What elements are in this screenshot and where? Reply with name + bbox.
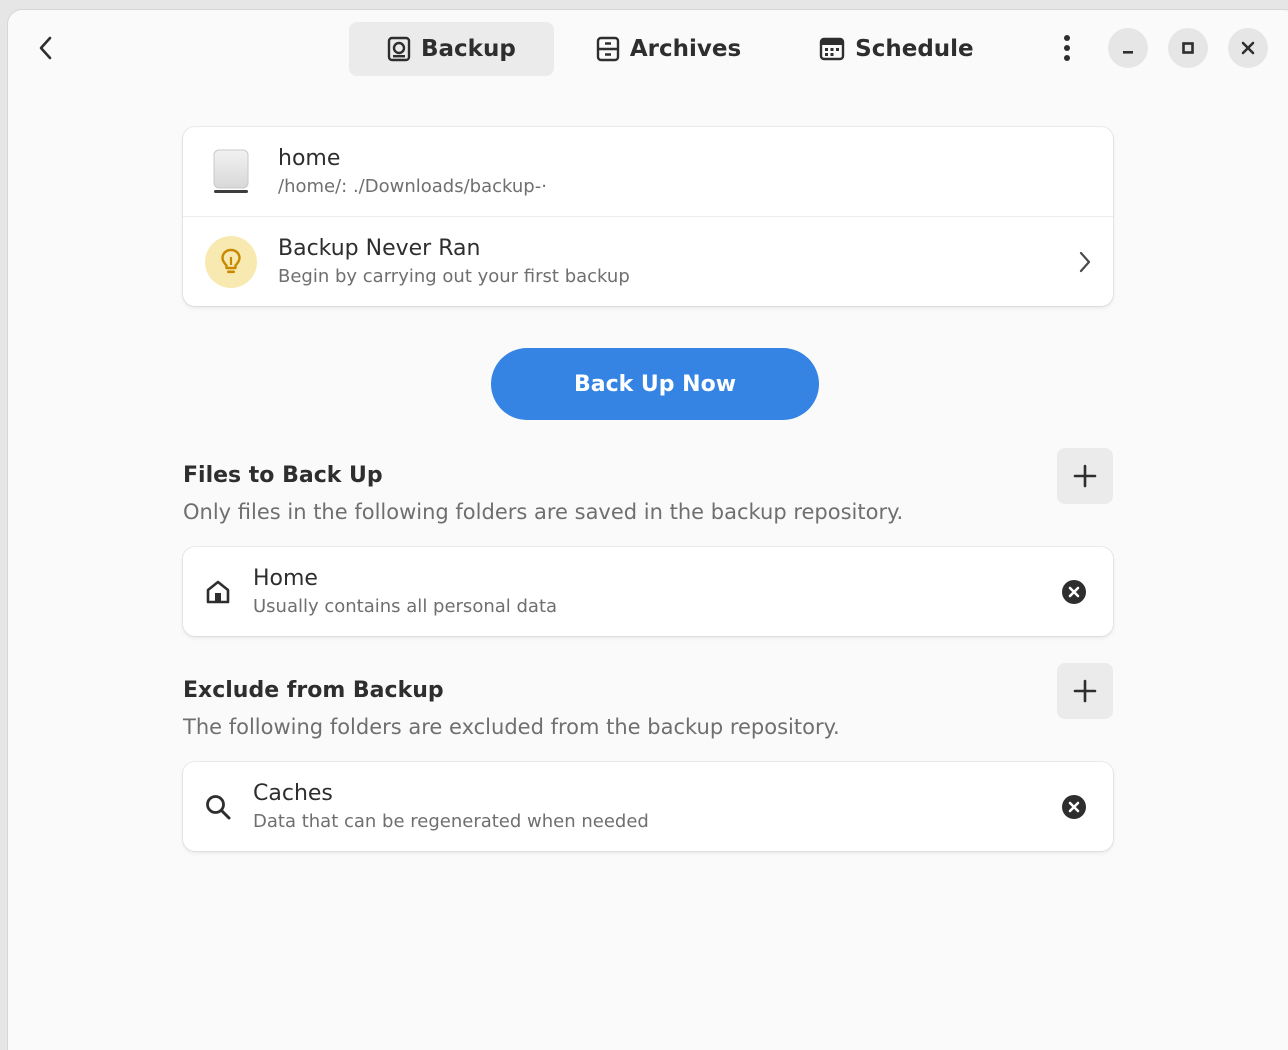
drive-icon [213, 149, 248, 193]
add-exclude-button[interactable] [1057, 663, 1113, 719]
tab-schedule[interactable]: Schedule [783, 22, 1010, 76]
include-description: Only files in the following folders are … [183, 500, 904, 524]
lightbulb-icon [220, 248, 241, 273]
remove-exclude-button[interactable] [1061, 794, 1087, 820]
status-texts: Backup Never Ran Begin by carrying out y… [278, 234, 630, 290]
tab-backup[interactable]: Backup [349, 22, 554, 76]
header-bar: Backup Archives Schedule [8, 10, 1288, 88]
home-icon [206, 580, 230, 603]
tab-archives[interactable]: Archives [560, 22, 777, 76]
include-section: Files to Back Up Only files in the follo… [183, 448, 1113, 636]
add-include-button[interactable] [1057, 448, 1113, 504]
plus-icon [1073, 679, 1097, 703]
include-list: Home Usually contains all personal data [183, 547, 1113, 636]
tab-label: Archives [629, 36, 742, 62]
list-item: Home Usually contains all personal data [183, 547, 1113, 636]
main-menu-button[interactable] [1048, 28, 1086, 68]
status-title: Backup Never Ran [278, 235, 481, 261]
exclude-item-subtitle: Data that can be regenerated when needed [253, 810, 649, 832]
tab-label: Schedule [855, 36, 974, 62]
tab-label: Backup [421, 36, 516, 62]
kebab-menu-icon [1064, 35, 1070, 61]
status-badge [204, 235, 257, 288]
view-switcher: Backup Archives Schedule [349, 22, 1010, 76]
list-item: Caches Data that can be regenerated when… [183, 762, 1113, 851]
exclude-item-title: Caches [253, 780, 333, 806]
include-item-title: Home [253, 565, 318, 591]
backup-icon [387, 36, 411, 62]
minimize-button[interactable] [1108, 28, 1148, 68]
status-subtitle: Begin by carrying out your first backup [278, 265, 630, 287]
close-icon [1241, 41, 1255, 55]
exclude-section: Exclude from Backup The following folder… [183, 663, 1113, 851]
remove-circle-icon [1062, 579, 1086, 604]
exclude-item-texts: Caches Data that can be regenerated when… [253, 779, 649, 835]
back-button[interactable] [26, 28, 66, 68]
exclude-description: The following folders are excluded from … [183, 715, 840, 739]
repository-row: home /home/: ./Downloads/backup-· [183, 127, 1113, 216]
chevron-left-icon [39, 36, 52, 60]
search-icon [206, 794, 231, 819]
repository-texts: home /home/: ./Downloads/backup-· [278, 144, 547, 200]
chevron-right-icon [1079, 251, 1091, 272]
close-window-button[interactable] [1228, 28, 1268, 68]
search-icon-slot [183, 793, 253, 821]
maximize-button[interactable] [1168, 28, 1208, 68]
back-up-now-button[interactable]: Back Up Now [491, 348, 819, 420]
archive-icon [596, 36, 620, 62]
status-chevron [1077, 249, 1093, 275]
minimize-icon [1123, 51, 1133, 54]
exclude-title: Exclude from Backup [183, 678, 444, 703]
backup-page: home /home/: ./Downloads/backup-· Backup… [183, 127, 1113, 851]
repository-status-card: home /home/: ./Downloads/backup-· Backup… [183, 127, 1113, 306]
repository-path: /home/: ./Downloads/backup-· [278, 175, 547, 197]
backup-status-row[interactable]: Backup Never Ran Begin by carrying out y… [183, 216, 1113, 306]
window-controls [1048, 28, 1288, 68]
calendar-icon [819, 37, 845, 61]
drive-icon-slot [183, 148, 278, 196]
remove-circle-icon [1062, 794, 1086, 819]
repository-name: home [278, 145, 341, 171]
include-item-subtitle: Usually contains all personal data [253, 595, 558, 617]
plus-icon [1073, 464, 1097, 488]
remove-include-button[interactable] [1061, 579, 1087, 605]
include-item-texts: Home Usually contains all personal data [253, 564, 557, 620]
include-title: Files to Back Up [183, 463, 383, 488]
app-window: Backup Archives Schedule home /home/: ./… [8, 10, 1288, 1050]
home-icon-slot [183, 579, 253, 605]
exclude-list: Caches Data that can be regenerated when… [183, 762, 1113, 851]
maximize-icon [1182, 42, 1194, 54]
status-icon-slot [183, 235, 278, 288]
